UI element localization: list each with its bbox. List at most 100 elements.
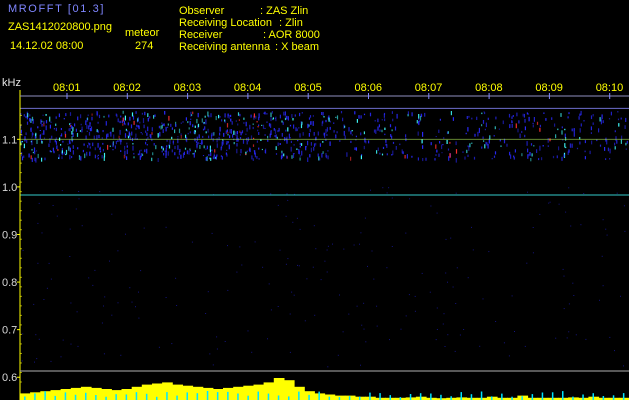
noise-speck [624,230,626,232]
signal-speck [309,154,311,158]
signal-speck [228,144,230,150]
noise-speck [285,263,287,265]
signal-speck [264,150,266,153]
signal-speck [521,130,523,133]
signal-speck [31,157,33,162]
signal-speck [209,149,211,153]
signal-speck [192,153,194,155]
signal-speck [210,152,212,157]
signal-speck [299,133,301,138]
signal-speck [530,158,532,162]
noise-speck [405,315,407,317]
signal-speck [140,149,142,152]
signal-speck [274,129,277,134]
signal-speck [527,148,529,153]
signal-speck [26,121,29,125]
signal-speck [135,133,137,138]
signal-speck [277,130,279,133]
noise-speck [602,219,604,221]
signal-speck [65,149,68,155]
signal-speck [87,114,89,117]
signal-speck [186,150,188,155]
signal-speck [106,134,108,139]
signal-speck [167,126,169,128]
signal-speck [236,148,238,154]
signal-speck [483,140,485,142]
signal-speck [335,134,337,136]
signal-speck [99,146,101,150]
signal-speck [164,111,166,115]
signal-speck [133,120,135,125]
signal-speck [484,128,486,131]
signal-speck [28,153,30,158]
signal-speck [229,135,231,139]
signal-speck [49,150,51,153]
signal-speck [590,132,592,134]
activity-spike [379,393,381,400]
activity-spike [298,391,300,400]
signal-speck [307,123,309,129]
signal-speck [447,148,450,151]
signal-speck [126,145,128,148]
activity-spike [551,392,554,400]
signal-speck [88,125,90,130]
signal-speck [206,145,208,150]
signal-speck [102,130,104,133]
signal-speck [602,120,604,124]
signal-speck [226,149,228,151]
signal-speck [598,128,600,133]
signal-speck [342,117,344,122]
signal-speck [532,124,534,128]
signal-speck [565,137,567,141]
x-tick-label: 08:08 [475,82,503,94]
signal-speck [435,136,437,138]
signal-speck [122,123,124,126]
signal-speck [515,123,517,129]
signal-speck [212,156,214,160]
activity-spike [216,392,219,400]
signal-speck [391,111,393,114]
signal-speck [286,155,288,159]
signal-speck [344,125,346,128]
signal-speck [418,121,420,124]
signal-speck [165,151,167,156]
signal-speck [561,126,563,129]
noise-speck [158,346,160,348]
activity-spike [602,396,605,400]
signal-speck [571,143,573,148]
signal-speck [71,126,73,128]
signal-speck [239,113,241,117]
noise-speck [386,267,388,269]
signal-speck [79,130,81,132]
signal-speck [126,130,128,132]
signal-speck [147,117,149,122]
signal-speck [131,112,134,117]
signal-speck [126,149,128,155]
noise-speck [511,295,513,297]
signal-speck [224,113,226,118]
signal-speck [60,144,62,146]
noise-speck [599,299,600,301]
signal-speck [215,116,217,121]
signal-speck [424,112,426,117]
signal-speck [557,128,559,131]
activity-spike [369,392,371,400]
noise-speck [563,308,565,310]
signal-speck [243,117,245,120]
signal-speck [233,142,235,145]
signal-speck [267,135,269,139]
activity-spike [562,391,564,400]
noise-speck [297,264,298,266]
noise-speck [602,285,604,287]
signal-speck [68,146,70,151]
x-tick-label: 08:02 [113,82,141,94]
signal-speck [139,121,141,124]
signal-speck [545,118,547,121]
signal-speck [240,149,242,154]
signal-speck [539,127,541,132]
signal-speck [625,148,627,150]
signal-speck [396,113,398,119]
signal-speck [20,140,22,143]
noise-speck [447,334,449,336]
signal-speck [343,130,345,136]
